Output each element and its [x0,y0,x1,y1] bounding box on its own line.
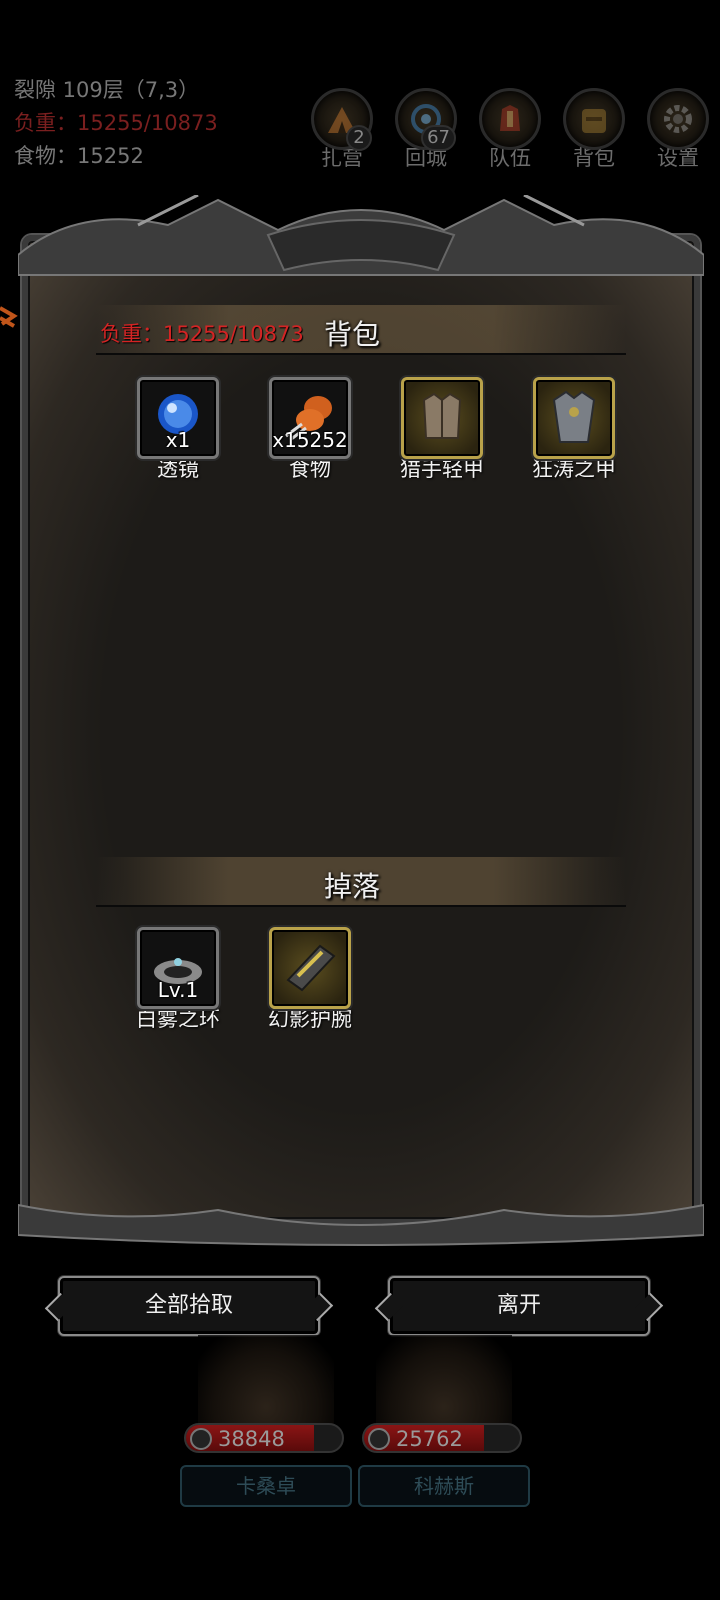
camp-badge: 2 [346,125,372,151]
bag-item-food[interactable]: x15252 食物 [244,377,376,483]
backpack-items: x1 透镜 x15252 食物 猎手轻甲 狂涛之甲 [112,377,640,483]
side-arrow-icon [0,306,18,328]
weight-label: 负重：15255/10873 [14,111,218,135]
hp-value: 25762 [396,1427,463,1451]
gear-icon [647,88,709,150]
camp-icon: 2 [311,88,373,151]
team-icon [479,88,541,150]
plate-armor-icon [552,390,596,443]
pickup-all-button[interactable]: 全部拾取 [58,1276,320,1336]
drop-items: Lv.1 白雾之环 幻影护腕 [112,927,376,1033]
return-town-badge: 67 [421,125,456,151]
hp-bar: 25762 [362,1423,522,1453]
drops-section-header: 掉落 [96,857,626,907]
hp-bar: 38848 [184,1423,344,1453]
hp-icon [368,1428,390,1450]
bag-item-hunter-light-armor[interactable]: 猎手轻甲 [376,377,508,483]
item-count: x1 [165,428,191,452]
loot-panel: 负重：15255/10873 背包 x1 透镜 x15252 食物 猎手轻甲 狂… [18,195,704,1255]
bracer-icon [286,944,336,992]
hp-icon [190,1428,212,1450]
hp-value: 38848 [218,1427,285,1451]
nav-backpack-button[interactable]: 背包 [552,88,636,172]
item-slot: Lv.1 [137,927,219,1009]
drop-item-white-mist-ring[interactable]: Lv.1 白雾之环 [112,927,244,1033]
item-slot [533,377,615,459]
dragon-crest-top-ornament [18,195,704,276]
top-nav: 2 扎营 67 回城 队伍 背包 设置 [300,88,720,172]
portal-icon: 67 [395,88,457,151]
item-slot [269,927,351,1009]
nav-camp-button[interactable]: 2 扎营 [300,88,384,172]
item-count: x15252 [272,428,348,452]
drops-title: 掉落 [324,870,381,903]
member-name: 科赫斯 [358,1465,530,1507]
light-armor-icon [422,392,462,439]
backpack-section-header: 负重：15255/10873 背包 [96,305,626,355]
character-portrait [198,1335,334,1425]
item-slot: x15252 [269,377,351,459]
backpack-title: 背包 [324,318,381,351]
food-label: 食物：15252 [14,144,144,168]
nav-team-button[interactable]: 队伍 [468,88,552,172]
item-slot [401,377,483,459]
bag-weight-label: 负重：15255/10873 [100,322,304,346]
member-name: 卡桑卓 [180,1465,352,1507]
status-panel: 裂隙 109层（7,3） 负重：15255/10873 食物：15252 [14,74,218,173]
location-label: 裂隙 109层（7,3） [14,78,200,102]
leave-button[interactable]: 离开 [388,1276,650,1336]
nav-settings-button[interactable]: 设置 [636,88,720,172]
panel-bottom-ornament [18,1203,704,1246]
party-member[interactable]: 25762 科赫斯 [358,1335,530,1510]
item-slot: x1 [137,377,219,459]
nav-return-town-button[interactable]: 67 回城 [384,88,468,172]
item-level: Lv.1 [157,978,199,1002]
party-bar: 38848 卡桑卓 25762 科赫斯 [180,1335,540,1515]
drop-item-phantom-bracer[interactable]: 幻影护腕 [244,927,376,1033]
backpack-icon [563,88,625,150]
bag-item-lens[interactable]: x1 透镜 [112,377,244,483]
character-portrait [376,1335,512,1425]
bag-item-raging-tide-armor[interactable]: 狂涛之甲 [508,377,640,483]
party-member[interactable]: 38848 卡桑卓 [180,1335,352,1510]
